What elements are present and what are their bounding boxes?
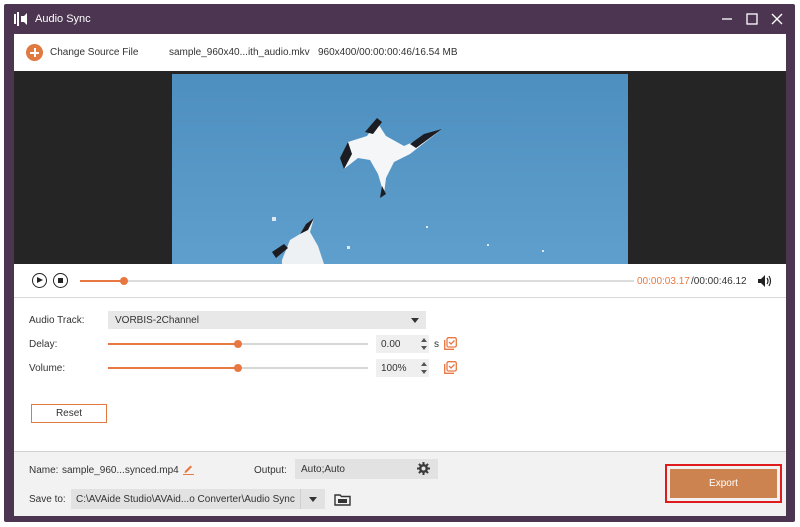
audio-track-value: VORBIS-2Channel [115,315,199,326]
close-icon[interactable] [768,10,786,28]
delay-slider[interactable] [108,340,368,348]
delay-slider-fill [108,343,238,345]
output-label: Output: [254,465,287,476]
volume-stepper[interactable]: 100% [376,359,429,377]
volume-slider-fill [108,367,238,369]
maximize-icon[interactable] [743,10,761,28]
save-path-dropdown[interactable] [300,489,325,509]
output-bar: Name: sample_960...synced.mp4 Output: Au… [14,451,786,516]
volume-value: 100% [381,363,407,374]
source-file-info: 960x400/00:00:00:46/16.54 MB [318,47,458,58]
video-preview-area [14,71,786,264]
volume-icon[interactable] [758,275,772,287]
audio-track-label: Audio Track: [29,315,85,326]
change-source-button[interactable]: Change Source File [50,47,138,58]
total-time: /00:00:46.12 [691,276,747,287]
source-file-name: sample_960x40...ith_audio.mkv [169,47,310,58]
delay-slider-handle[interactable] [234,340,242,348]
video-frame [172,74,628,264]
name-label: Name: [29,465,59,476]
window-title: Audio Sync [35,13,91,25]
app-window: Audio Sync Change Source File sample_960… [4,4,795,522]
decrement-icon[interactable] [421,370,427,374]
source-bar: Change Source File sample_960x40...ith_a… [14,34,786,71]
volume-slider[interactable] [108,364,368,372]
increment-icon[interactable] [421,338,427,342]
decrement-icon[interactable] [421,346,427,350]
delay-value: 0.00 [381,339,401,350]
chevron-down-icon [411,318,419,323]
output-file-name: sample_960...synced.mp4 [62,465,179,476]
volume-label: Volume: [29,363,66,374]
stop-icon[interactable] [53,273,68,288]
save-path-value: C:\AVAide Studio\AVAid...o Converter\Aud… [76,494,295,505]
add-icon[interactable] [26,44,43,61]
delay-unit: s [434,339,439,350]
copy-icon[interactable] [444,361,457,374]
increment-icon[interactable] [421,362,427,366]
edit-icon[interactable] [183,463,194,475]
progress-fill [80,280,125,282]
folder-icon[interactable] [334,493,351,506]
gear-icon[interactable] [417,462,430,475]
audio-settings-panel: Audio Track: VORBIS-2Channel Delay: 0.00… [14,297,786,451]
volume-slider-handle[interactable] [234,364,242,372]
minimize-icon[interactable] [718,10,736,28]
delay-label: Delay: [29,339,58,350]
copy-icon[interactable] [444,337,457,350]
save-path-field[interactable]: C:\AVAide Studio\AVAid...o Converter\Aud… [71,489,300,509]
play-icon[interactable] [32,273,47,288]
progress-bar[interactable] [80,277,634,285]
reset-button[interactable]: Reset [31,404,107,423]
player-controls: 00:00:03.17 /00:00:46.12 [14,264,786,297]
output-format-value: Auto;Auto [301,464,345,475]
current-time: 00:00:03.17 [637,276,690,287]
save-to-label: Save to: [29,494,66,505]
audio-track-select[interactable]: VORBIS-2Channel [108,311,426,329]
progress-handle[interactable] [120,277,129,285]
delay-stepper[interactable]: 0.00 [376,335,429,353]
export-button[interactable]: Export [670,469,777,498]
app-sound-icon [14,12,27,26]
title-bar: Audio Sync [4,4,795,34]
video-image-gannets [172,74,628,264]
